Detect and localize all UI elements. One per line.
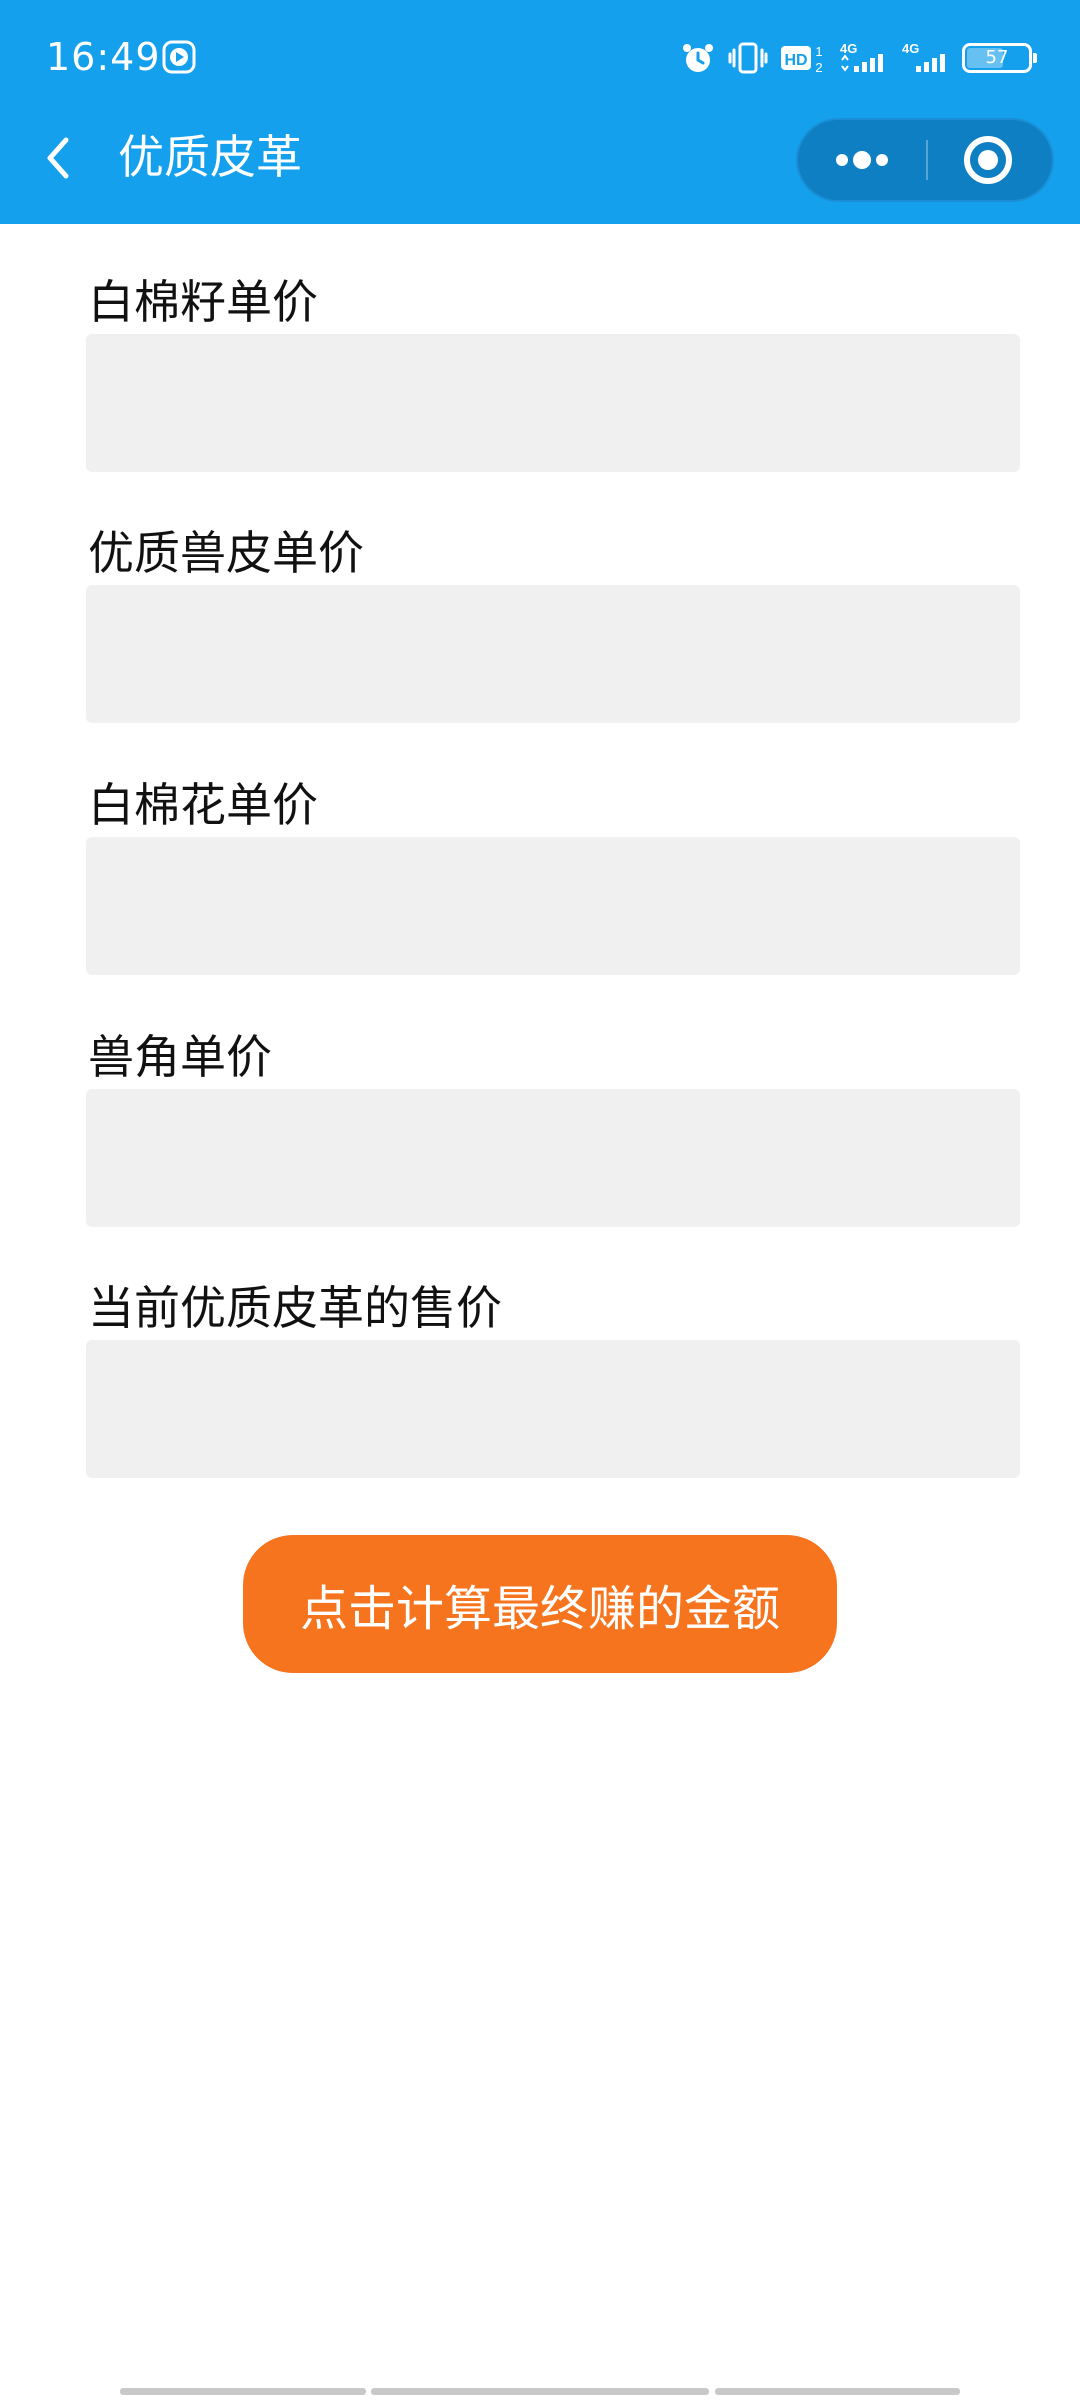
home-indicator-segment bbox=[120, 2388, 366, 2395]
chevron-left-icon[interactable] bbox=[38, 128, 78, 188]
hd-label: HD bbox=[784, 52, 807, 69]
svg-text:1: 1 bbox=[815, 44, 822, 59]
signal-label-1: 4G bbox=[840, 41, 857, 56]
home-indicator-segment bbox=[715, 2388, 960, 2395]
hd-icon: HD 1 2 bbox=[781, 44, 823, 75]
leather-sale-price-input[interactable] bbox=[86, 1340, 1020, 1478]
cotton-price-input[interactable] bbox=[86, 837, 1020, 975]
svg-text:2: 2 bbox=[815, 60, 822, 75]
home-indicator-segment bbox=[371, 2388, 709, 2395]
play-icon bbox=[162, 40, 196, 74]
alarm-icon bbox=[683, 44, 713, 72]
status-time: 16:49 bbox=[46, 35, 161, 79]
page-title: 优质皮革 bbox=[118, 130, 302, 184]
field-label: 优质兽皮单价 bbox=[88, 526, 364, 580]
vibrate-icon bbox=[728, 42, 768, 74]
hide-price-input[interactable] bbox=[86, 585, 1020, 723]
calculate-button[interactable]: 点击计算最终赚的金额 bbox=[243, 1535, 837, 1673]
status-icons: HD 1 2 4G 4G 57 bbox=[680, 32, 1037, 84]
battery-level: 57 bbox=[985, 47, 1009, 68]
field-label: 白棉籽单价 bbox=[88, 275, 318, 329]
target-circle-icon[interactable] bbox=[928, 120, 1052, 200]
more-dots-icon[interactable] bbox=[798, 120, 926, 200]
field-label: 白棉花单价 bbox=[88, 778, 318, 832]
signal-icon: 4G bbox=[840, 41, 883, 72]
app-header: 16:49 HD 1 2 4G 4G 57 优质皮革 bbox=[0, 0, 1080, 224]
cotton-seed-price-input[interactable] bbox=[86, 334, 1020, 472]
horn-price-input[interactable] bbox=[86, 1089, 1020, 1227]
field-label: 当前优质皮革的售价 bbox=[88, 1281, 502, 1335]
menu-capsule bbox=[796, 118, 1054, 202]
signal-label-2: 4G bbox=[902, 41, 919, 56]
field-label: 兽角单价 bbox=[88, 1030, 272, 1084]
battery-icon: 57 bbox=[962, 43, 1037, 73]
signal-icon-2: 4G bbox=[902, 41, 945, 72]
